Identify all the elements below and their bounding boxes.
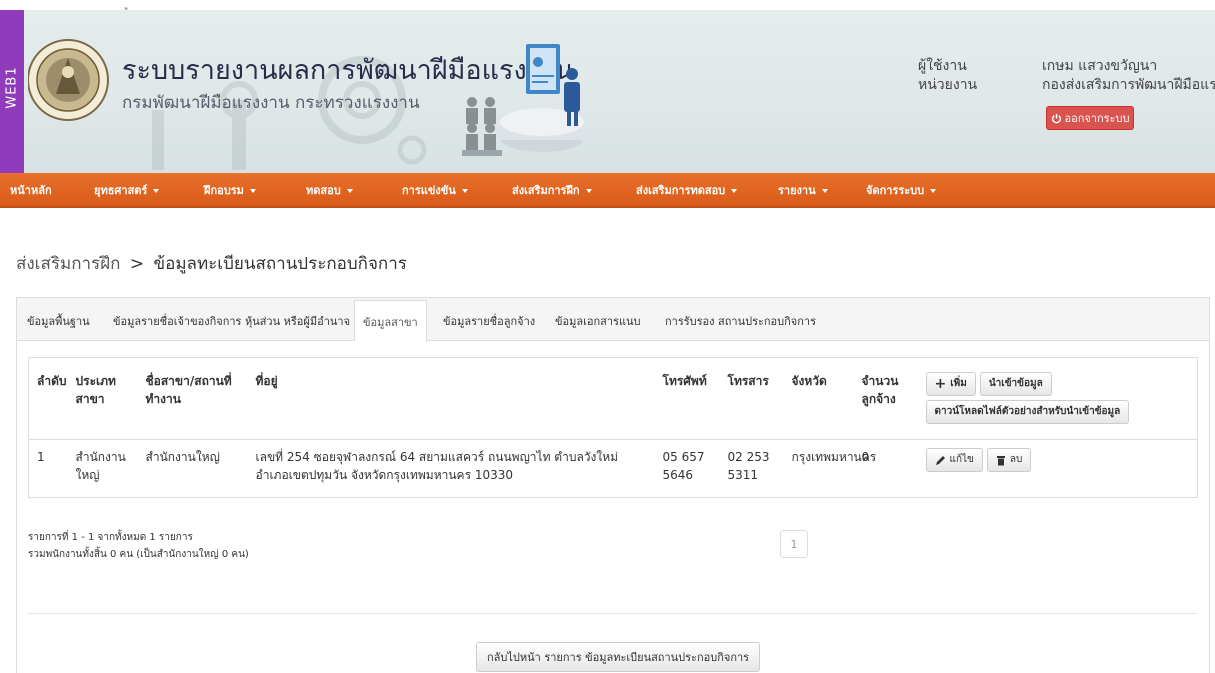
employees-summary: รวมพนักงานทั้งสิ้น 0 คน (เป็นสำนักงานใหญ… xyxy=(28,549,249,560)
nav-item-testing-promotion[interactable]: ส่งเสริมการทดสอบ xyxy=(636,173,738,208)
chevron-down-icon xyxy=(461,189,468,193)
nav-item-competition[interactable]: การแข่งขัน xyxy=(402,173,468,208)
header-address: ที่อยู่ xyxy=(247,357,655,440)
cell-type: สำนักงานใหญ่ xyxy=(67,439,138,498)
breadcrumb: ส่งเสริมการฝึก > ข้อมูลทะเบียนสถานประกอบ… xyxy=(16,250,407,277)
main-navbar: หน้าหลัก ยุทธศาสตร์ ฝึกอบรม ทดสอบ การแข่… xyxy=(0,173,1215,208)
breadcrumb-parent[interactable]: ส่งเสริมการฝึก xyxy=(16,254,120,274)
breadcrumb-current: ข้อมูลทะเบียนสถานประกอบกิจการ xyxy=(153,254,407,274)
divider xyxy=(28,613,1197,614)
pagination-page[interactable]: 1 xyxy=(780,530,808,558)
header-actions: + เพิ่ม นำเข้าข้อมูล ดาวน์โหลดไฟล์ตัวอย่… xyxy=(917,357,1198,440)
chevron-down-icon xyxy=(731,189,738,193)
cell-fax: 02 253 5311 xyxy=(719,439,784,498)
nav-item-testing[interactable]: ทดสอบ xyxy=(306,173,353,208)
header-province: จังหวัด xyxy=(783,357,854,440)
system-subtitle: กรมพัฒนาฝีมือแรงงาน กระทรวงแรงงาน xyxy=(122,93,420,113)
user-unit: กองส่งเสริมการพัฒนาฝีมือแรงงาน xyxy=(1042,77,1215,93)
edit-button[interactable]: แก้ไข xyxy=(925,448,983,472)
nav-item-reports[interactable]: รายงาน xyxy=(778,173,828,208)
tab-branches[interactable]: ข้อมูลสาขา xyxy=(354,300,427,342)
cell-name: สำนักงานใหญ่ xyxy=(137,439,248,498)
cell-actions: แก้ไข ลบ xyxy=(917,439,1198,498)
breadcrumb-separator: > xyxy=(129,254,145,274)
chevron-down-icon xyxy=(821,189,828,193)
presentation-illustration xyxy=(462,44,584,156)
department-seal-logo xyxy=(28,39,109,121)
tab-owners[interactable]: ข้อมูลรายชื่อเจ้าของกิจการ หุ้นส่วน หรือ… xyxy=(113,298,350,341)
nav-item-home[interactable]: หน้าหลัก xyxy=(10,173,52,208)
table-row: 1 สำนักงานใหญ่ สำนักงานใหญ่ เลขที่ 254 ซ… xyxy=(28,439,1198,498)
nav-item-training-promotion[interactable]: ส่งเสริมการฝึก xyxy=(512,173,592,208)
table-header-row: ลำดับ ประเภทสาขา ชื่อสาขา/สถานที่ทำงาน ท… xyxy=(28,357,1198,440)
chevron-down-icon xyxy=(930,189,937,193)
logout-label: ออกจากระบบ xyxy=(1064,112,1130,125)
header-name: ชื่อสาขา/สถานที่ทำงาน xyxy=(137,357,248,440)
chevron-down-icon xyxy=(249,189,256,193)
site-header: WEB1 ระบบรายงานผลการพัฒนาฝีมือแรงงาน กรม… xyxy=(0,10,1215,173)
cell-address: เลขที่ 254 ซอยจุฬาลงกรณ์ 64 สยามแสควร์ ถ… xyxy=(247,439,655,498)
environment-strip: WEB1 xyxy=(0,10,24,173)
header-fax: โทรสาร xyxy=(719,357,784,440)
nav-item-system-admin[interactable]: จัดการระบบ xyxy=(866,173,937,208)
import-button[interactable]: นำเข้าข้อมูล xyxy=(979,372,1052,396)
header-type: ประเภทสาขา xyxy=(67,357,138,440)
cell-employees: 0 xyxy=(853,439,918,498)
cell-phone: 05 657 5646 xyxy=(654,439,720,498)
header-no: ลำดับ xyxy=(28,357,68,440)
nav-item-training[interactable]: ฝึกอบรม xyxy=(204,173,256,208)
top-strip: ู xyxy=(0,0,1215,10)
trash-icon xyxy=(996,455,1005,465)
add-button[interactable]: + เพิ่ม xyxy=(925,372,976,396)
plus-icon: + xyxy=(934,376,947,392)
tab-employees[interactable]: ข้อมูลรายชื่อลูกจ้าง xyxy=(443,298,535,341)
branch-table: ลำดับ ประเภทสาขา ชื่อสาขา/สถานที่ทำงาน ท… xyxy=(28,357,1198,498)
cell-no: 1 xyxy=(28,439,68,498)
tab-bar: ข้อมูลพื้นฐาน ข้อมูลรายชื่อเจ้าของกิจการ… xyxy=(17,298,1209,342)
chevron-down-icon xyxy=(346,189,353,193)
power-icon xyxy=(1051,113,1061,123)
records-summary: รายการที่ 1 - 1 จากทั้งหมด 1 รายการ xyxy=(28,532,193,543)
back-to-list-button[interactable]: กลับไปหน้า รายการ ข้อมูลทะเบียนสถานประกอ… xyxy=(476,642,761,672)
nav-item-strategy[interactable]: ยุทธศาสตร์ xyxy=(94,173,160,208)
chevron-down-icon xyxy=(153,189,160,193)
environment-label: WEB1 xyxy=(4,66,20,109)
delete-button[interactable]: ลบ xyxy=(986,448,1032,472)
content-panel: ข้อมูลพื้นฐาน ข้อมูลรายชื่อเจ้าของกิจการ… xyxy=(16,297,1210,673)
tab-basic-info[interactable]: ข้อมูลพื้นฐาน xyxy=(27,298,90,341)
header-employees: จำนวนลูกจ้าง xyxy=(853,357,918,440)
tab-attachments[interactable]: ข้อมูลเอกสารแนบ xyxy=(555,298,641,341)
chevron-down-icon xyxy=(585,189,592,193)
logout-button[interactable]: ออกจากระบบ xyxy=(1046,106,1134,130)
header-phone: โทรศัพท์ xyxy=(654,357,720,440)
cell-province: กรุงเทพมหานคร xyxy=(783,439,876,498)
pencil-icon xyxy=(935,455,945,465)
unit-label: หน่วยงาน xyxy=(918,77,978,93)
download-template-button[interactable]: ดาวน์โหลดไฟล์ตัวอย่างสำหรับนำเข้าข้อมูล xyxy=(925,400,1130,424)
tab-certification[interactable]: การรับรอง สถานประกอบกิจการ xyxy=(665,298,816,341)
